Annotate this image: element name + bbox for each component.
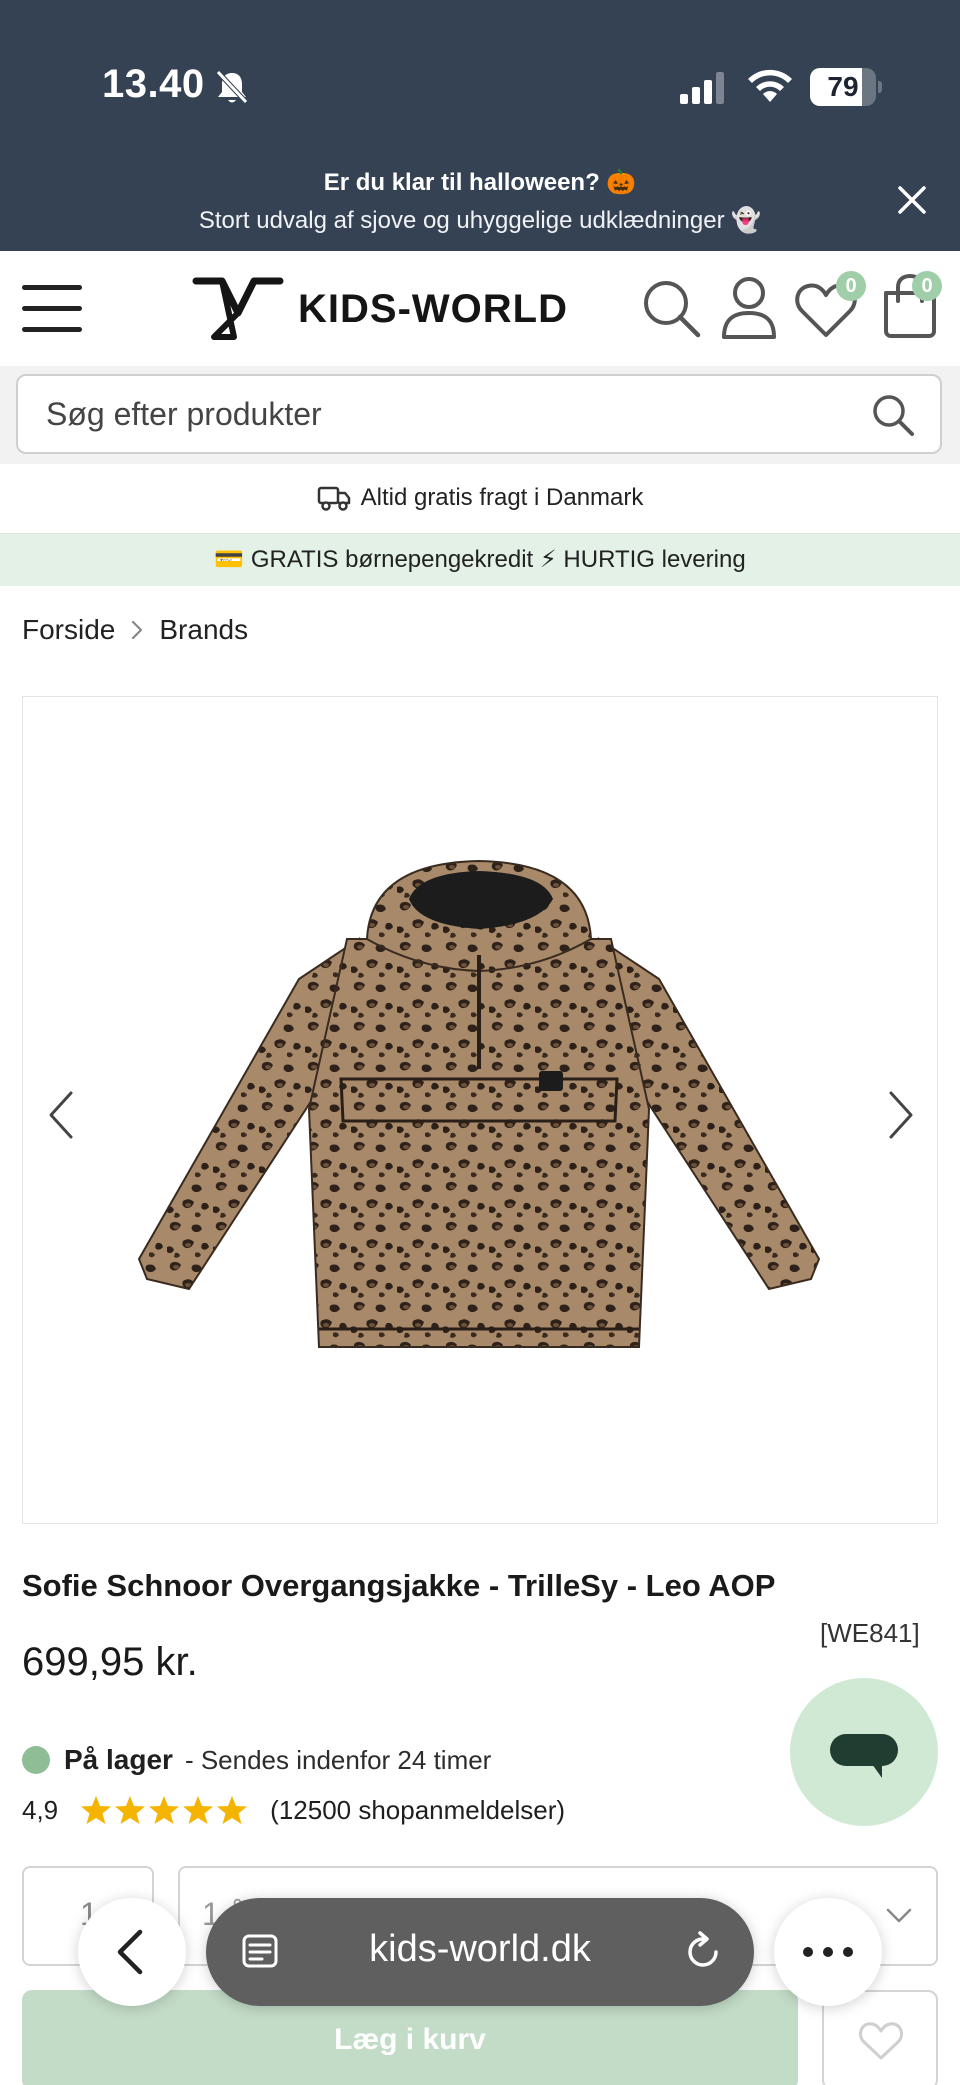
rating-stars (80, 1794, 248, 1826)
heart-icon (859, 2022, 903, 2060)
gallery-prev-chevron-icon[interactable] (41, 1087, 81, 1143)
chat-button[interactable] (790, 1678, 938, 1826)
site-header: KIDS-WORLD 0 0 (0, 251, 960, 366)
browser-back-button[interactable] (78, 1898, 186, 2006)
chevron-right-icon (132, 620, 143, 640)
signal-icon (680, 72, 724, 104)
battery-indicator: 79 (810, 68, 882, 106)
star-icon (183, 1796, 214, 1824)
wifi-icon (748, 69, 792, 102)
chat-bubble-icon (830, 1734, 898, 1778)
shipping-notice-text: Altid gratis fragt i Danmark (360, 484, 644, 511)
wishlist-count-badge: 0 (836, 271, 866, 301)
star-icon (115, 1796, 146, 1824)
search-bar-container: Søg efter produkter (0, 366, 960, 464)
star-icon (81, 1796, 112, 1824)
announcement-subtitle: Stort udvalg af sjove og uhyggelige udkl… (198, 207, 762, 234)
product-price: 699,95 kr. (22, 1640, 198, 1684)
search-icon[interactable] (640, 277, 702, 339)
breadcrumb-item-brands[interactable]: Brands (159, 614, 248, 646)
status-time: 13.40 (102, 62, 205, 106)
top-announcement-area: 13.40 79 Er du klar til halloween? 🎃 Sto… (0, 0, 960, 251)
close-icon[interactable] (892, 180, 932, 220)
shipping-notice-bar: Altid gratis fragt i Danmark (0, 464, 960, 534)
gallery-next-chevron-icon[interactable] (881, 1087, 921, 1143)
hamburger-menu-icon[interactable] (20, 281, 84, 337)
star-icon (149, 1796, 180, 1824)
browser-address-bar[interactable]: kids-world.dk (206, 1898, 754, 2006)
chevron-down-icon (886, 1908, 912, 1923)
logo-text: KIDS-WORLD (298, 287, 568, 331)
user-account-icon[interactable] (720, 275, 778, 339)
review-count: (12500 shopanmeldelser) (270, 1794, 566, 1825)
cart-count-badge: 0 (912, 271, 942, 301)
site-logo[interactable]: KIDS-WORLD (192, 275, 592, 341)
stock-status-dot-icon (22, 1746, 50, 1774)
product-image-gallery (22, 696, 938, 1524)
stock-label: På lager (64, 1744, 173, 1775)
rating-score: 4,9 (22, 1794, 59, 1825)
search-input[interactable]: Søg efter produkter (16, 374, 942, 454)
truck-icon (317, 486, 350, 511)
search-submit-icon[interactable] (870, 392, 916, 438)
stock-shipping-note: - Sendes indenfor 24 timer (184, 1744, 492, 1775)
logo-mark-icon (192, 277, 284, 340)
bell-muted-icon (216, 70, 248, 104)
breadcrumb-item-home[interactable]: Forside (22, 614, 115, 646)
stock-status: På lager - Sendes indenfor 24 timer (22, 1744, 491, 1776)
product-sku: [WE841] (820, 1618, 920, 1648)
promo-bar: 💳 GRATIS børnepengekredit ⚡ HURTIG lever… (0, 534, 960, 586)
product-title: Sofie Schnoor Overgangsjakke - TrilleSy … (22, 1568, 776, 1603)
battery-level: 79 (827, 71, 859, 102)
shop-rating[interactable]: 4,9 (12500 shopanmeldelser) (22, 1794, 565, 1826)
search-placeholder: Søg efter produkter (46, 396, 322, 432)
announcement-title: Er du klar til halloween? 🎃 (323, 169, 637, 196)
reload-icon[interactable] (682, 1930, 724, 1974)
star-icon (217, 1796, 248, 1824)
more-dots-icon (803, 1947, 853, 1957)
browser-more-button[interactable] (774, 1898, 882, 2006)
browser-url: kids-world.dk (369, 1928, 591, 1970)
product-image[interactable] (119, 859, 839, 1359)
chevron-left-icon (117, 1929, 143, 1975)
breadcrumb: Forside Brands (22, 614, 248, 646)
